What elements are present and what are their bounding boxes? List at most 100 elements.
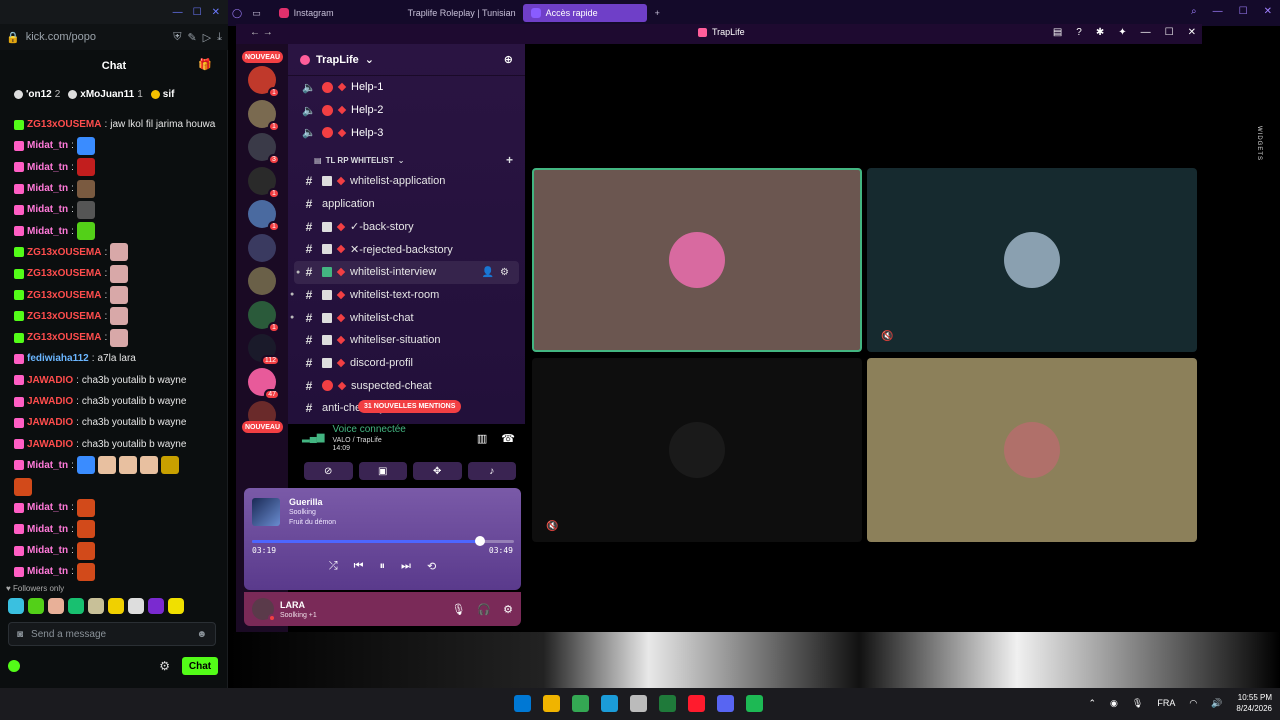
- top-user[interactable]: sif: [150, 89, 178, 100]
- voice-channel-name[interactable]: VALO / TrapLife: [332, 437, 405, 444]
- text-channel[interactable]: # application: [288, 193, 525, 216]
- server-icon[interactable]: 1: [248, 99, 280, 132]
- mic-tray-icon[interactable]: 🎙: [1132, 698, 1143, 709]
- text-channel-name[interactable]: whitelist-chat: [350, 312, 414, 324]
- chat-username[interactable]: ZG13xOUSEMA: [27, 290, 101, 301]
- new-tab-icon[interactable]: +: [655, 8, 660, 18]
- invite-people-icon[interactable]: ⊕: [504, 53, 513, 66]
- taskbar-app-icon[interactable]: [630, 695, 647, 712]
- previous-icon[interactable]: ⏮: [354, 560, 364, 573]
- emote-picker-icon[interactable]: [48, 598, 64, 614]
- taskbar-app-icon[interactable]: [659, 695, 676, 712]
- kick-logo-icon[interactable]: [8, 660, 20, 672]
- soundboard-button[interactable]: ♪: [467, 462, 516, 480]
- participant-tile[interactable]: 🔇: [867, 168, 1197, 352]
- participant-tile[interactable]: 🔇: [532, 358, 862, 542]
- signal-icon[interactable]: ▂▄▆: [302, 432, 324, 443]
- participant-tile[interactable]: [532, 168, 862, 352]
- chat-input[interactable]: ◙ Send a message ☻: [8, 622, 216, 646]
- add-member-icon[interactable]: 👤: [482, 267, 494, 278]
- emote-picker-icon[interactable]: [148, 598, 164, 614]
- emote-picker-icon[interactable]: [168, 598, 184, 614]
- close-icon[interactable]: ✕: [212, 7, 220, 18]
- text-channel-name[interactable]: discord-profil: [350, 357, 413, 369]
- tab-label[interactable]: Traplife Roleplay | Tunisian: [408, 8, 516, 18]
- taskbar-app-icon[interactable]: [543, 695, 560, 712]
- text-channel-name[interactable]: application: [322, 198, 375, 210]
- chat-username[interactable]: Midat_tn: [27, 183, 68, 194]
- category-name[interactable]: TL RP WHITELIST: [326, 156, 394, 165]
- wifi-icon[interactable]: ◠: [1189, 698, 1197, 709]
- translate-icon[interactable]: ✎: [187, 31, 196, 44]
- top-user[interactable]: 'on12 2: [14, 89, 60, 100]
- chat-username[interactable]: Midat_tn: [27, 524, 68, 535]
- new-mentions-badge[interactable]: 31 NOUVELLES MENTIONS: [358, 400, 462, 413]
- voice-channel-name[interactable]: Help-1: [351, 81, 383, 93]
- progress-knob[interactable]: [474, 536, 485, 546]
- chat-username[interactable]: Midat_tn: [27, 460, 68, 471]
- chat-username[interactable]: JAWADIO: [27, 417, 73, 428]
- text-channel[interactable]: ● # whitelist-text-room: [288, 284, 525, 307]
- avatar[interactable]: [252, 598, 276, 622]
- new-badge[interactable]: NOUVEAU: [242, 421, 284, 433]
- text-channel-name[interactable]: ✕-rejected-backstory: [350, 243, 453, 256]
- server-icon[interactable]: 3: [248, 133, 280, 165]
- chat-username[interactable]: ZG13xOUSEMA: [27, 119, 101, 130]
- server-icon[interactable]: 47: [248, 367, 280, 400]
- progress-track[interactable]: [252, 536, 514, 546]
- chevron-down-icon[interactable]: ⌄: [365, 53, 374, 66]
- camera-off-button[interactable]: ⊘: [304, 462, 353, 480]
- microphone-icon[interactable]: 🎙: [451, 603, 465, 616]
- text-channel-name[interactable]: whitelist-text-room: [350, 289, 439, 301]
- pause-icon[interactable]: ⏸: [380, 560, 386, 573]
- category-chevron-icon[interactable]: ⌄: [398, 156, 405, 165]
- tab-label[interactable]: Accès rapide: [546, 8, 598, 18]
- gear-icon[interactable]: ⚙: [500, 267, 509, 278]
- shield-icon[interactable]: ⛨: [173, 31, 181, 44]
- screen-share-button[interactable]: ▣: [358, 462, 407, 480]
- server-icon[interactable]: 1: [248, 166, 280, 199]
- inbox-icon[interactable]: ▤: [1053, 27, 1062, 38]
- chat-username[interactable]: ZG13xOUSEMA: [27, 247, 101, 258]
- taskbar-app-icon[interactable]: [688, 695, 705, 712]
- maximize-icon[interactable]: ☐: [1165, 27, 1174, 38]
- minimize-icon[interactable]: —: [173, 7, 183, 18]
- text-channel[interactable]: ● # whitelist-interview 👤 ⚙: [294, 260, 519, 284]
- chat-username[interactable]: ZG13xOUSEMA: [27, 268, 101, 279]
- text-channel-name[interactable]: whitelist-application: [350, 175, 445, 187]
- text-channel-name[interactable]: ✓-back-story: [350, 220, 414, 233]
- text-channel-name[interactable]: suspected-cheat: [351, 380, 432, 392]
- text-channel-name[interactable]: whiteliser-situation: [350, 334, 440, 346]
- voice-channel-name[interactable]: Help-3: [351, 127, 383, 139]
- taskbar-app-icon[interactable]: [717, 695, 734, 712]
- tray-chevron-icon[interactable]: ⌃: [1088, 698, 1096, 709]
- download-icon[interactable]: ⤓: [217, 31, 222, 44]
- chat-input-placeholder[interactable]: Send a message: [31, 629, 188, 640]
- headphones-icon[interactable]: 🎧: [477, 603, 491, 616]
- text-channel[interactable]: # whiteliser-situation: [288, 329, 525, 352]
- taskbar-app-icon[interactable]: [601, 695, 618, 712]
- chat-username[interactable]: JAWADIO: [27, 396, 73, 407]
- chat-username[interactable]: fediwiaha112: [27, 353, 89, 364]
- close-icon[interactable]: ✕: [1188, 27, 1196, 38]
- workspaces-icon[interactable]: ▭: [252, 8, 261, 19]
- browser-tab[interactable]: Accès rapide: [522, 4, 647, 22]
- chat-username[interactable]: ZG13xOUSEMA: [27, 311, 101, 322]
- emote-picker-icon[interactable]: [128, 598, 144, 614]
- voice-status[interactable]: Voice connectée: [332, 424, 405, 435]
- voice-channel[interactable]: 🔈 Help-2: [288, 99, 525, 122]
- chat-username[interactable]: JAWADIO: [27, 375, 73, 386]
- shuffle-icon[interactable]: ⤮: [329, 560, 338, 573]
- emote-picker-icon[interactable]: [28, 598, 44, 614]
- browser-tab[interactable]: Traplife Roleplay | Tunisian: [395, 4, 519, 22]
- server-icon[interactable]: 1: [248, 66, 280, 98]
- category-header[interactable]: ▤ TL RP WHITELIST ⌄ +: [288, 150, 525, 170]
- volume-icon[interactable]: 🔊: [1211, 698, 1222, 709]
- taskbar-app-icon[interactable]: [746, 695, 763, 712]
- text-channel[interactable]: ● # whitelist-chat: [288, 306, 525, 329]
- minimize-icon[interactable]: —: [1213, 6, 1223, 17]
- taskbar-app-icon[interactable]: [572, 695, 589, 712]
- emote-picker-icon[interactable]: [8, 598, 24, 614]
- emote-picker-icon[interactable]: [68, 598, 84, 614]
- server-icon[interactable]: 112: [248, 334, 280, 366]
